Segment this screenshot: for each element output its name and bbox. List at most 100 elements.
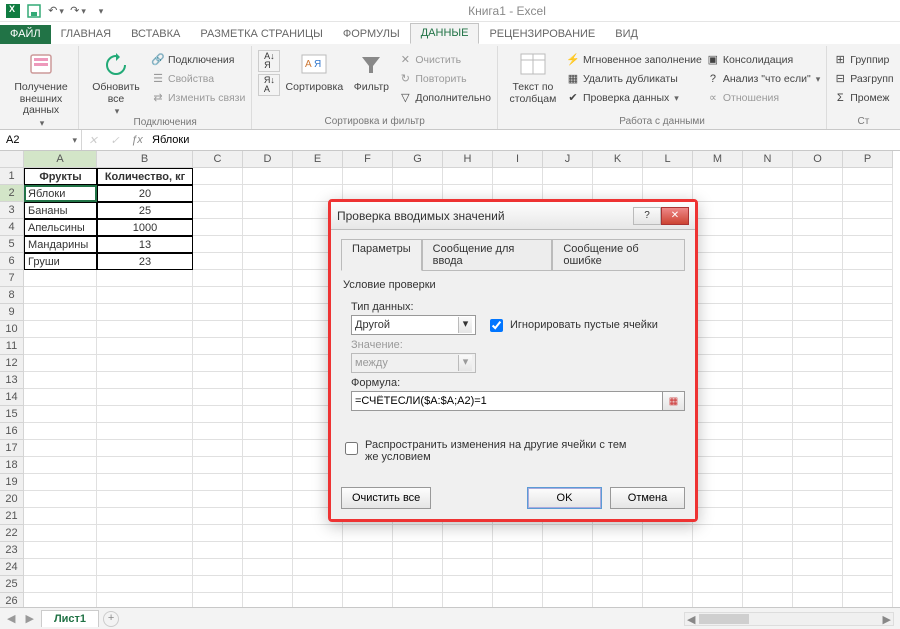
cell[interactable] [24,440,97,457]
cell[interactable] [843,202,893,219]
remove-duplicates-button[interactable]: ▦Удалить дубликаты [566,69,702,88]
cell[interactable] [793,457,843,474]
row-header[interactable]: 11 [0,338,24,355]
cell[interactable] [743,474,793,491]
undo-icon[interactable]: ↶ [48,3,64,19]
tab-home[interactable]: ГЛАВНАЯ [51,25,121,44]
cell[interactable] [243,423,293,440]
cell[interactable] [743,406,793,423]
cell[interactable] [343,525,393,542]
cell[interactable] [793,406,843,423]
cell[interactable] [193,219,243,236]
cell[interactable] [97,491,193,508]
row-header[interactable]: 4 [0,219,24,236]
cell[interactable] [743,559,793,576]
cell[interactable] [843,559,893,576]
cell[interactable] [693,576,743,593]
cell[interactable] [97,559,193,576]
cell[interactable] [593,559,643,576]
advanced-filter-button[interactable]: ▽Дополнительно [398,88,491,107]
cell[interactable] [743,525,793,542]
cell[interactable] [743,542,793,559]
cell[interactable] [793,491,843,508]
cell[interactable] [843,304,893,321]
cell[interactable] [443,559,493,576]
cell[interactable] [793,474,843,491]
add-sheet-button[interactable]: + [103,611,119,627]
column-header[interactable]: N [743,151,793,168]
cell[interactable] [193,508,243,525]
cell[interactable] [693,372,743,389]
cell[interactable] [743,389,793,406]
cell[interactable] [193,474,243,491]
cell[interactable]: 13 [97,236,193,253]
row-header[interactable]: 21 [0,508,24,525]
ignore-blank-checkbox[interactable]: Игнорировать пустые ячейки [486,316,658,335]
range-picker-icon[interactable]: ▦ [663,391,685,411]
column-header[interactable]: H [443,151,493,168]
cell[interactable] [243,168,293,185]
cancel-button[interactable]: Отмена [610,487,685,509]
cell[interactable] [843,338,893,355]
cell[interactable]: Мандарины [24,236,97,253]
cell[interactable] [843,270,893,287]
column-header[interactable]: B [97,151,193,168]
cancel-edit-icon[interactable]: ✕ [82,134,104,147]
cell[interactable] [843,287,893,304]
cell[interactable] [243,219,293,236]
cell[interactable] [243,355,293,372]
cell[interactable] [793,321,843,338]
cell[interactable] [793,389,843,406]
cell[interactable] [843,457,893,474]
cell[interactable] [243,559,293,576]
propagate-checkbox[interactable]: Распространить изменения на другие ячейк… [341,439,685,463]
cell[interactable] [743,372,793,389]
cell[interactable] [793,423,843,440]
cell[interactable] [243,508,293,525]
cell[interactable] [24,270,97,287]
cell[interactable] [24,508,97,525]
cell[interactable] [193,253,243,270]
cell[interactable] [97,287,193,304]
cell[interactable] [243,440,293,457]
cell[interactable] [743,593,793,607]
cell[interactable] [493,576,543,593]
save-icon[interactable] [26,3,42,19]
dialog-tab-input-msg[interactable]: Сообщение для ввода [422,239,553,271]
cell[interactable] [793,355,843,372]
cell[interactable] [243,389,293,406]
cell[interactable] [843,185,893,202]
cell[interactable] [843,508,893,525]
sheet-nav-next-icon[interactable]: ▶ [22,612,36,625]
dialog-tab-settings[interactable]: Параметры [341,239,422,271]
cell[interactable] [97,304,193,321]
cell[interactable] [743,185,793,202]
cell[interactable] [593,576,643,593]
cell[interactable] [243,236,293,253]
cell[interactable] [643,576,693,593]
allow-type-select[interactable]: Другой ▾ [351,315,476,335]
cell[interactable] [693,355,743,372]
cell[interactable] [24,321,97,338]
cell[interactable]: Бананы [24,202,97,219]
row-header[interactable]: 10 [0,321,24,338]
cell[interactable] [693,389,743,406]
cell[interactable] [243,185,293,202]
cell[interactable] [293,576,343,593]
cell[interactable] [24,525,97,542]
cell[interactable] [693,202,743,219]
formula-field[interactable] [351,391,663,411]
tab-page-layout[interactable]: РАЗМЕТКА СТРАНИЦЫ [190,25,332,44]
sheet-tab-active[interactable]: Лист1 [41,610,99,627]
cell[interactable] [243,338,293,355]
cell[interactable] [693,321,743,338]
cell[interactable] [843,253,893,270]
cell[interactable] [97,423,193,440]
cell[interactable] [793,559,843,576]
cell[interactable] [243,525,293,542]
cell[interactable] [693,270,743,287]
cell[interactable] [343,168,393,185]
cell[interactable] [243,304,293,321]
cell[interactable] [193,287,243,304]
cell[interactable] [243,542,293,559]
